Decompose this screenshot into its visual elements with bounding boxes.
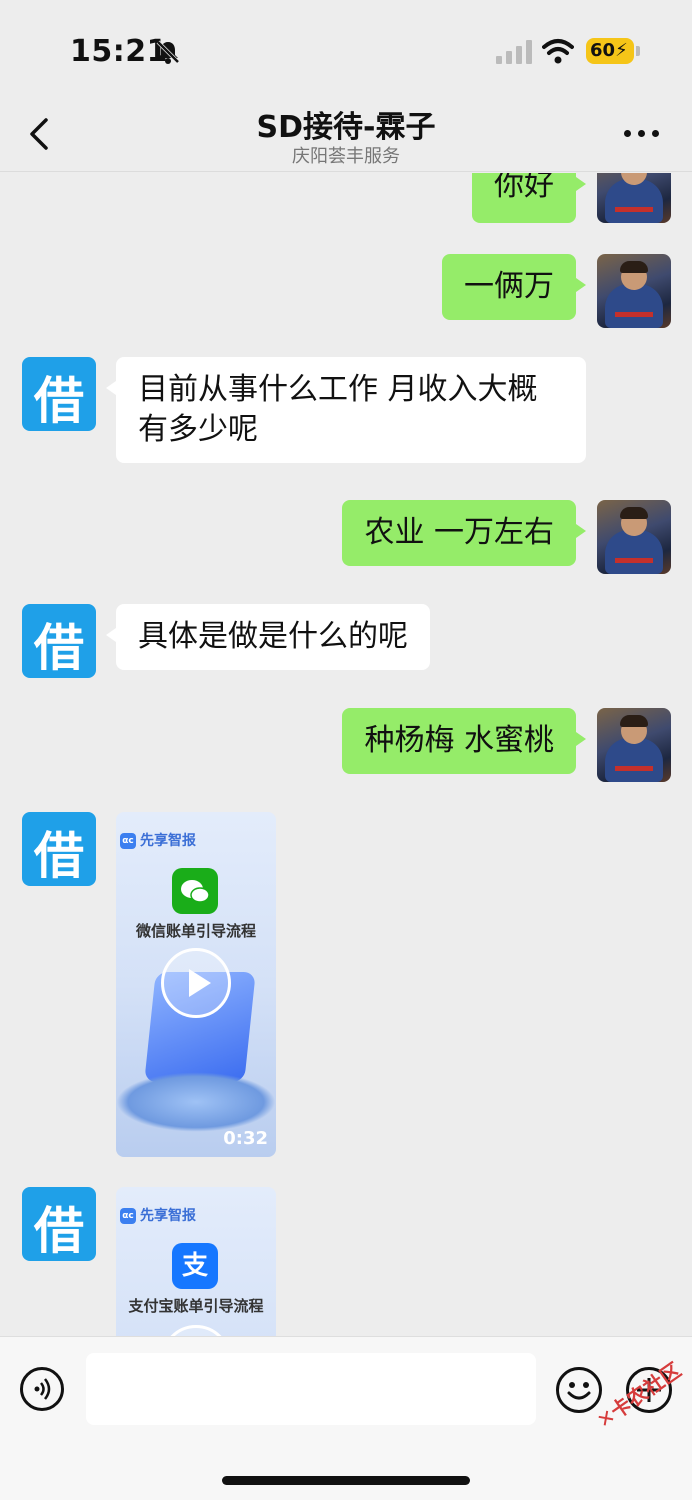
muted-bell-icon [156, 40, 180, 64]
message-bubble-received[interactable]: 具体是做是什么的呢 [106, 604, 430, 670]
message-input[interactable] [86, 1353, 536, 1425]
brand-logo-icon: αc [120, 1208, 136, 1224]
contact-avatar-glyph: 借 [34, 619, 84, 677]
video-title: 微信账单引导流程 [135, 922, 256, 940]
video-message[interactable]: αc 先享智报 支 支付宝账单引导流程 [116, 1187, 276, 1336]
video-illustration-base [116, 1072, 276, 1132]
play-icon[interactable] [161, 948, 231, 1018]
contact-avatar[interactable]: 借 [22, 604, 96, 678]
message-bubble-sent[interactable]: 农业 一万左右 [342, 500, 586, 566]
battery-indicator: 60⚡ [586, 38, 634, 64]
message-bubble-sent[interactable]: 一俩万 [442, 254, 586, 320]
contact-avatar[interactable]: 借 [22, 357, 96, 431]
contact-avatar-glyph: 借 [34, 372, 84, 430]
contact-avatar-glyph: 借 [34, 827, 84, 885]
battery-level: 60 [590, 40, 616, 61]
contact-avatar[interactable]: 借 [22, 1187, 96, 1261]
battery-cap [636, 46, 640, 56]
chat-title: SD接待-霖子 [256, 110, 436, 145]
status-bar: 15:21 60⚡ [0, 0, 692, 100]
contact-avatar-glyph: 借 [34, 1202, 84, 1260]
voice-icon [34, 1378, 51, 1400]
message-bubble-received[interactable]: 目前从事什么工作 月收入大概有多少呢 [106, 357, 586, 463]
chat-subtitle: 庆阳荟丰服务 [292, 146, 400, 167]
video-duration: 0:32 [223, 1128, 268, 1149]
my-avatar[interactable] [597, 708, 671, 782]
home-indicator[interactable] [222, 1476, 470, 1485]
message-list[interactable]: 你好 一俩万 借 目前从事什么工作 月收入大概有多少呢 农业 一万左右 借 具体… [0, 173, 692, 1336]
play-icon[interactable] [161, 1325, 231, 1336]
my-avatar[interactable] [597, 500, 671, 574]
wechat-icon [172, 868, 218, 914]
chat-header: SD接待-霖子 庆阳荟丰服务 [0, 100, 692, 172]
video-brand: αc 先享智报 [120, 830, 196, 850]
alipay-icon: 支 [172, 1243, 218, 1289]
my-avatar[interactable] [597, 254, 671, 328]
video-brand: αc 先享智报 [120, 1205, 196, 1225]
wifi-icon [542, 39, 574, 64]
voice-input-button[interactable] [20, 1367, 64, 1411]
charging-bolt-icon: ⚡ [615, 40, 628, 61]
more-options-icon[interactable] [622, 122, 662, 142]
video-title: 支付宝账单引导流程 [128, 1297, 264, 1315]
message-bubble-sent[interactable]: 你好 [472, 173, 586, 223]
smiley-icon [567, 1382, 591, 1400]
message-bubble-sent[interactable]: 种杨梅 水蜜桃 [342, 708, 586, 774]
contact-avatar[interactable]: 借 [22, 812, 96, 886]
cellular-signal-icon [496, 40, 532, 64]
brand-logo-icon: αc [120, 833, 136, 849]
my-avatar[interactable] [597, 173, 671, 223]
video-message[interactable]: αc 先享智报 微信账单引导流程 0:32 [116, 812, 276, 1157]
